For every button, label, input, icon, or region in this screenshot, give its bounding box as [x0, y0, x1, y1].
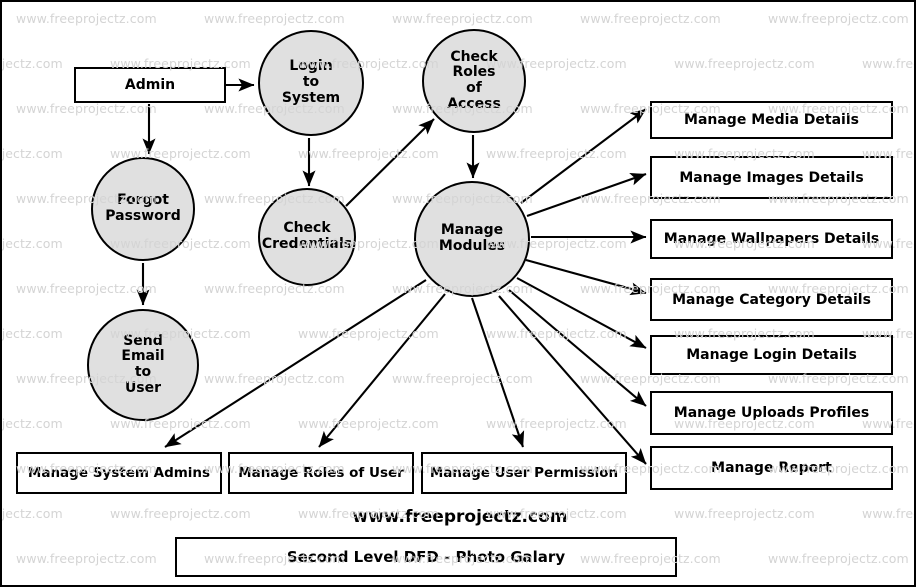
flow-manage-modules-to-user-permission	[471, 297, 525, 448]
entity-manage-report-label: Manage Report	[711, 460, 832, 476]
entity-manage-report[interactable]: Manage Report	[650, 446, 893, 490]
entity-manage-roles-of-user-label: Manage Roles of User	[238, 465, 404, 481]
site-label: www.freeprojectz.com	[352, 507, 568, 527]
entity-admin[interactable]: Admin	[74, 67, 226, 103]
entity-manage-user-permission-label: Manage User Permission	[429, 465, 619, 481]
process-send-email-to-user-label: Send Email to User	[121, 332, 165, 396]
page-title: Second Level DFD - Photo Galary	[286, 548, 566, 566]
entity-manage-uploads-profiles[interactable]: Manage Uploads Profiles	[650, 391, 893, 435]
process-check-credentials-label: Check Credentials	[261, 220, 353, 252]
flow-manage-modules-to-roles-of-user	[318, 293, 446, 448]
entity-manage-roles-of-user[interactable]: Manage Roles of User	[228, 452, 414, 494]
process-send-email-to-user[interactable]: Send Email to User	[87, 309, 199, 421]
flow-manage-modules-to-images	[526, 173, 647, 217]
process-check-roles-of-access-label: Check Roles of Access	[447, 48, 501, 112]
entity-manage-category-details-label: Manage Category Details	[672, 291, 871, 308]
process-forgot-password[interactable]: Forgot Password	[91, 157, 195, 261]
process-check-credentials[interactable]: Check Credentials	[258, 188, 356, 286]
entity-manage-login-details[interactable]: Manage Login Details	[650, 335, 893, 375]
process-login-to-system[interactable]: Login to System	[258, 30, 364, 136]
entity-manage-category-details[interactable]: Manage Category Details	[650, 278, 893, 321]
entity-manage-media-details-label: Manage Media Details	[684, 112, 859, 128]
diagram-title-box: Second Level DFD - Photo Galary	[175, 537, 677, 577]
dfd-diagram-canvas: www.freeprojectz.com www.freeprojectz.com…	[0, 0, 916, 587]
flow-check-credentials-to-check-roles	[345, 118, 435, 207]
entity-manage-wallpapers-details-label: Manage Wallpapers Details	[663, 231, 880, 247]
flow-manage-modules-to-uploads	[508, 289, 647, 407]
process-forgot-password-label: Forgot Password	[105, 192, 181, 224]
entity-manage-system-admins[interactable]: Manage System Admins	[16, 452, 222, 494]
flow-manage-modules-to-category	[525, 258, 647, 296]
process-manage-modules-label: Manage Modules	[438, 222, 506, 254]
process-manage-modules[interactable]: Manage Modules	[414, 181, 530, 297]
entity-manage-images-details-label: Manage Images Details	[679, 169, 864, 186]
entity-manage-media-details[interactable]: Manage Media Details	[650, 101, 893, 139]
entity-manage-wallpapers-details[interactable]: Manage Wallpapers Details	[650, 219, 893, 259]
entity-manage-uploads-profiles-label: Manage Uploads Profiles	[673, 405, 870, 421]
entity-admin-label: Admin	[124, 77, 176, 93]
entity-manage-user-permission[interactable]: Manage User Permission	[421, 452, 627, 494]
process-login-to-system-label: Login to System	[281, 58, 341, 106]
process-check-roles-of-access[interactable]: Check Roles of Access	[422, 29, 526, 133]
entity-manage-login-details-label: Manage Login Details	[686, 347, 857, 363]
entity-manage-system-admins-label: Manage System Admins	[27, 465, 211, 481]
entity-manage-images-details[interactable]: Manage Images Details	[650, 156, 893, 199]
flow-manage-modules-to-media	[520, 108, 647, 204]
